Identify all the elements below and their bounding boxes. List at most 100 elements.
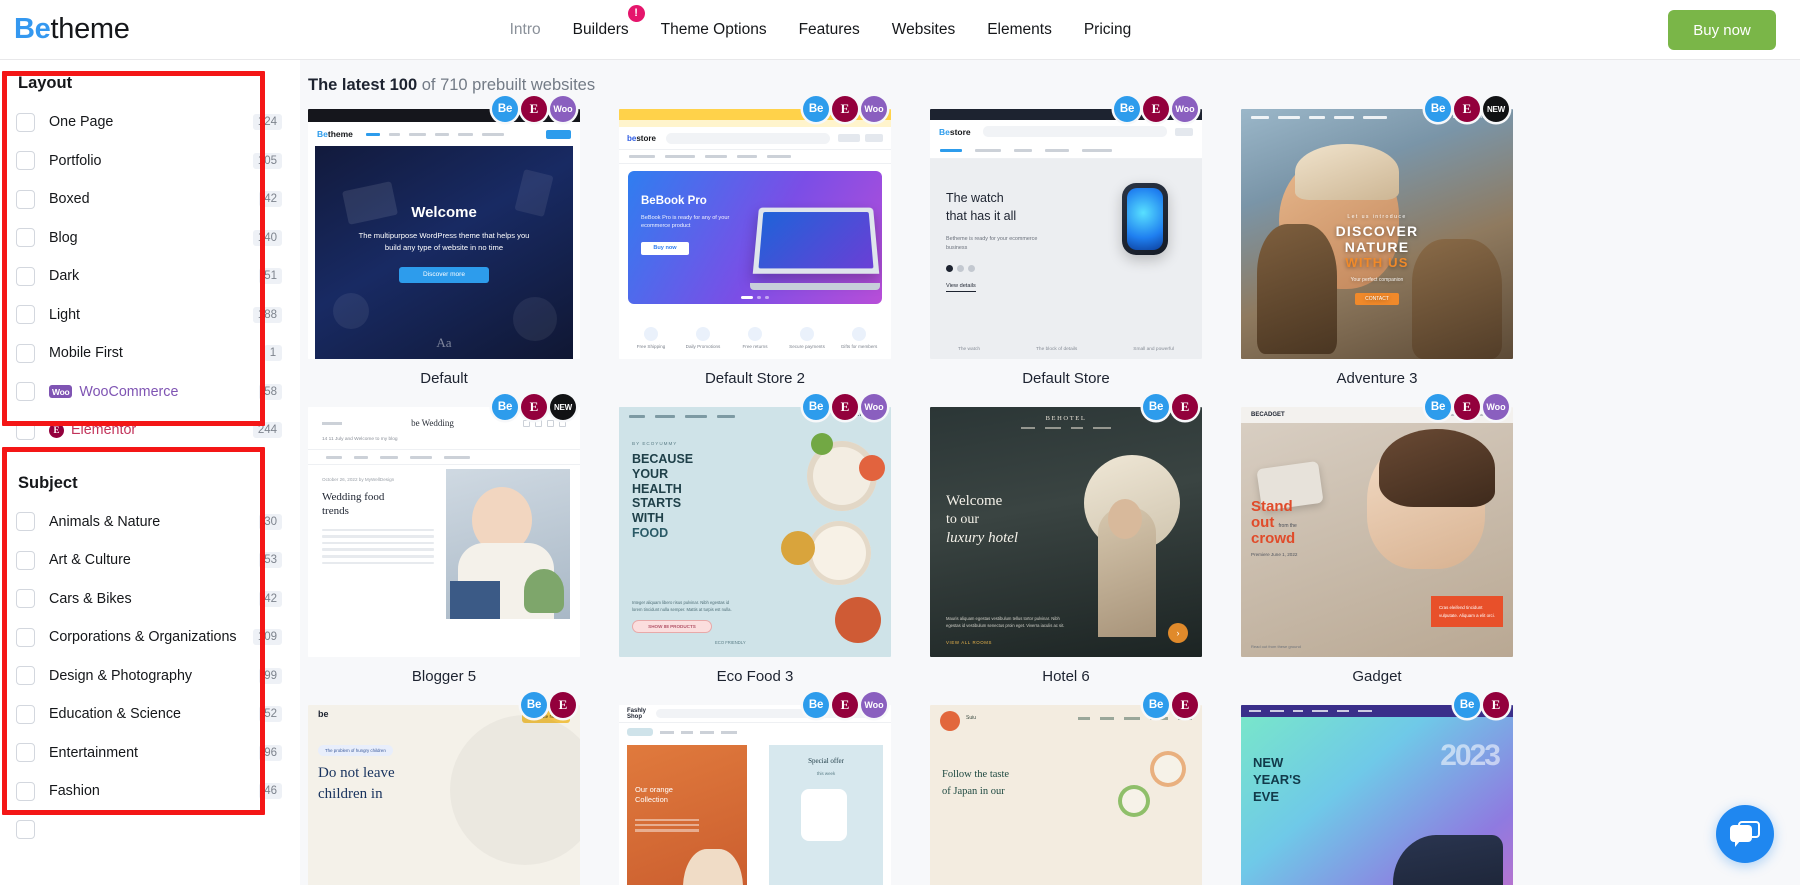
website-card[interactable]: Be E Suiu Follow the taste of Japan in our bbox=[930, 692, 1202, 885]
nav-alert-badge: ! bbox=[627, 4, 645, 22]
website-card[interactable]: BeEWoo HEALTY FOOD BY ECOYUMMY BECAUSEYO… bbox=[619, 394, 891, 705]
filter-row-education-science[interactable]: Education & Science 52 bbox=[0, 695, 300, 734]
filter-row-animals-nature[interactable]: Animals & Nature 30 bbox=[0, 503, 300, 542]
filter-row-light[interactable]: Light 188 bbox=[0, 296, 300, 335]
website-thumbnail[interactable]: BECADGET Stand out from the crowd Premie… bbox=[1241, 407, 1513, 657]
filter-checkbox[interactable] bbox=[16, 550, 35, 570]
elementor-badge-icon: E bbox=[1454, 96, 1480, 122]
betheme-badge-icon: Be bbox=[1425, 394, 1451, 420]
filter-row-corporations-organizations[interactable]: Corporations & Organizations 109 bbox=[0, 618, 300, 657]
site-logo[interactable]: Betheme bbox=[14, 13, 130, 46]
card-badge-group: Be E Woo bbox=[1425, 394, 1509, 420]
filter-label-wrap: Cars & Bikes bbox=[49, 591, 259, 607]
filter-row-blog[interactable]: Blog 140 bbox=[0, 219, 300, 258]
nav-item-elements[interactable]: Elements bbox=[987, 17, 1052, 43]
filter-label: Dark bbox=[49, 268, 80, 285]
filter-checkbox[interactable] bbox=[16, 189, 35, 209]
filter-label-wrap: Art & Culture bbox=[49, 552, 259, 568]
website-card[interactable]: Be E be Donate Now The problem of hungry … bbox=[308, 692, 580, 885]
chat-widget-button[interactable] bbox=[1716, 805, 1774, 863]
website-thumbnail[interactable]: be Donate Now The problem of hungry chil… bbox=[308, 705, 580, 885]
filter-row-design-photography[interactable]: Design & Photography 99 bbox=[0, 657, 300, 696]
website-thumbnail[interactable]: Fashly Shop Our orange Collection Special … bbox=[619, 705, 891, 885]
new-badge: NEW bbox=[550, 394, 576, 420]
thumbnail-preview: BEHOTEL Welcome to our luxury hotel Maur… bbox=[930, 407, 1202, 657]
website-card[interactable]: BeE NEWYEAR'SEVE 2023 LOCATION NAME STAR… bbox=[1241, 692, 1513, 885]
website-card[interactable]: Be E NEW BEADVENTURE Let us introduce DISC… bbox=[1241, 96, 1513, 407]
website-thumbnail[interactable]: BEADVENTURE Let us introduce DISCOVER NA… bbox=[1241, 109, 1513, 359]
filter-checkbox[interactable] bbox=[16, 343, 35, 363]
filter-checkbox[interactable] bbox=[16, 627, 35, 647]
nav-item-intro[interactable]: Intro bbox=[510, 17, 541, 43]
website-card[interactable]: Be E Woo Fashly Shop Our orange Collection S… bbox=[619, 692, 891, 885]
nav-item-label: Pricing bbox=[1083, 20, 1132, 38]
card-badge-group: Be E Woo bbox=[1114, 96, 1198, 122]
website-thumbnail[interactable]: bestore BeBook Pro BeBook Pro is ready f… bbox=[619, 109, 891, 359]
filter-label-wrap: One Page bbox=[49, 114, 253, 130]
website-thumbnail[interactable]: NEWYEAR'SEVE 2023 LOCATION NAME START 8 … bbox=[1241, 705, 1513, 885]
website-card[interactable]: Be E BEHOTEL Welcome to our luxury hotel … bbox=[930, 394, 1202, 705]
filter-row-entertainment[interactable]: Entertainment 96 bbox=[0, 734, 300, 773]
filter-group-title: Layout bbox=[18, 74, 73, 92]
filter-label: Blog bbox=[49, 229, 78, 246]
woocommerce-badge-icon: Woo bbox=[861, 394, 887, 420]
filter-checkbox[interactable] bbox=[16, 743, 35, 763]
filter-label-wrap: Woo WooCommerce bbox=[49, 384, 259, 400]
filter-row-cars-bikes[interactable]: Cars & Bikes 42 bbox=[0, 580, 300, 619]
filter-row-partial[interactable] bbox=[0, 811, 300, 850]
filter-checkbox[interactable] bbox=[16, 704, 35, 724]
website-thumbnail[interactable]: Suiu Follow the taste of Japan in our bbox=[930, 705, 1202, 885]
filter-row-portfolio[interactable]: Portfolio 105 bbox=[0, 142, 300, 181]
website-thumbnail[interactable]: be Wedding 14 11 July and Welcome to my … bbox=[308, 407, 580, 657]
betheme-badge-icon: Be bbox=[1425, 96, 1451, 122]
filter-row-mobile-first[interactable]: Mobile First 1 bbox=[0, 334, 300, 373]
filter-label: Art & Culture bbox=[49, 552, 131, 569]
filter-row-elementor[interactable]: E Elementor 244 bbox=[0, 411, 300, 450]
filter-label-wrap: Mobile First bbox=[49, 345, 264, 361]
filter-count: 188 bbox=[252, 306, 282, 323]
filter-checkbox[interactable] bbox=[16, 512, 35, 532]
website-card[interactable]: Be E Woo BECADGET Stand out from the crowd… bbox=[1241, 394, 1513, 705]
buy-now-button[interactable]: Buy now bbox=[1668, 10, 1776, 50]
filter-checkbox[interactable] bbox=[16, 228, 35, 248]
nav-item-builders[interactable]: Builders! bbox=[573, 4, 645, 43]
nav-item-websites[interactable]: Websites bbox=[892, 17, 955, 43]
nav-item-theme-options[interactable]: Theme Options bbox=[661, 17, 767, 43]
website-card[interactable]: Be E NEW be Wedding 14 11 July and Welcome… bbox=[308, 394, 580, 705]
filter-checkbox[interactable] bbox=[16, 266, 35, 286]
website-thumbnail[interactable]: Bestore The watch that has it all Betheme… bbox=[930, 109, 1202, 359]
filter-checkbox[interactable] bbox=[16, 820, 35, 840]
filter-row-dark[interactable]: Dark 51 bbox=[0, 257, 300, 296]
filter-label: Boxed bbox=[49, 191, 90, 208]
website-card[interactable]: Be E Woo Betheme Welcome The multipurpos… bbox=[308, 96, 580, 407]
betheme-badge-icon: Be bbox=[1143, 692, 1169, 718]
logo-theme-text: theme bbox=[50, 13, 130, 45]
nav-item-pricing[interactable]: Pricing bbox=[1084, 17, 1131, 43]
filter-checkbox[interactable] bbox=[16, 420, 35, 440]
filter-checkbox[interactable] bbox=[16, 382, 35, 402]
filter-row-fashion[interactable]: Fashion 46 bbox=[0, 772, 300, 811]
filter-checkbox[interactable] bbox=[16, 781, 35, 801]
website-card[interactable]: Be E Woo Bestore The watch that has it all … bbox=[930, 96, 1202, 407]
website-thumbnail[interactable]: HEALTY FOOD BY ECOYUMMY BECAUSEYOURHEALT… bbox=[619, 407, 891, 657]
filter-row-one-page[interactable]: One Page 124 bbox=[0, 103, 300, 142]
nav-item-features[interactable]: Features bbox=[799, 17, 860, 43]
filter-checkbox[interactable] bbox=[16, 112, 35, 132]
website-card[interactable]: Be E Woo bestore BeBook Pro BeBook Pro is … bbox=[619, 96, 891, 407]
betheme-badge-icon: Be bbox=[492, 394, 518, 420]
filter-checkbox[interactable] bbox=[16, 305, 35, 325]
betheme-badge-icon: Be bbox=[1114, 96, 1140, 122]
filter-row-boxed[interactable]: Boxed 42 bbox=[0, 180, 300, 219]
filter-checkbox[interactable] bbox=[16, 151, 35, 171]
filter-label-wrap: Animals & Nature bbox=[49, 514, 259, 530]
website-thumbnail[interactable]: Betheme Welcome The multipurpose WordPre… bbox=[308, 109, 580, 359]
gallery-heading-rest: of 710 prebuilt websites bbox=[417, 76, 596, 94]
filter-checkbox[interactable] bbox=[16, 589, 35, 609]
website-thumbnail[interactable]: BEHOTEL Welcome to our luxury hotel Maur… bbox=[930, 407, 1202, 657]
elementor-icon: E bbox=[49, 422, 64, 438]
filter-label: Portfolio bbox=[49, 152, 102, 169]
filter-checkbox[interactable] bbox=[16, 666, 35, 686]
filter-row-art-culture[interactable]: Art & Culture 53 bbox=[0, 541, 300, 580]
filter-label-wrap: Entertainment bbox=[49, 745, 259, 761]
filter-row-woocommerce[interactable]: Woo WooCommerce 58 bbox=[0, 373, 300, 412]
